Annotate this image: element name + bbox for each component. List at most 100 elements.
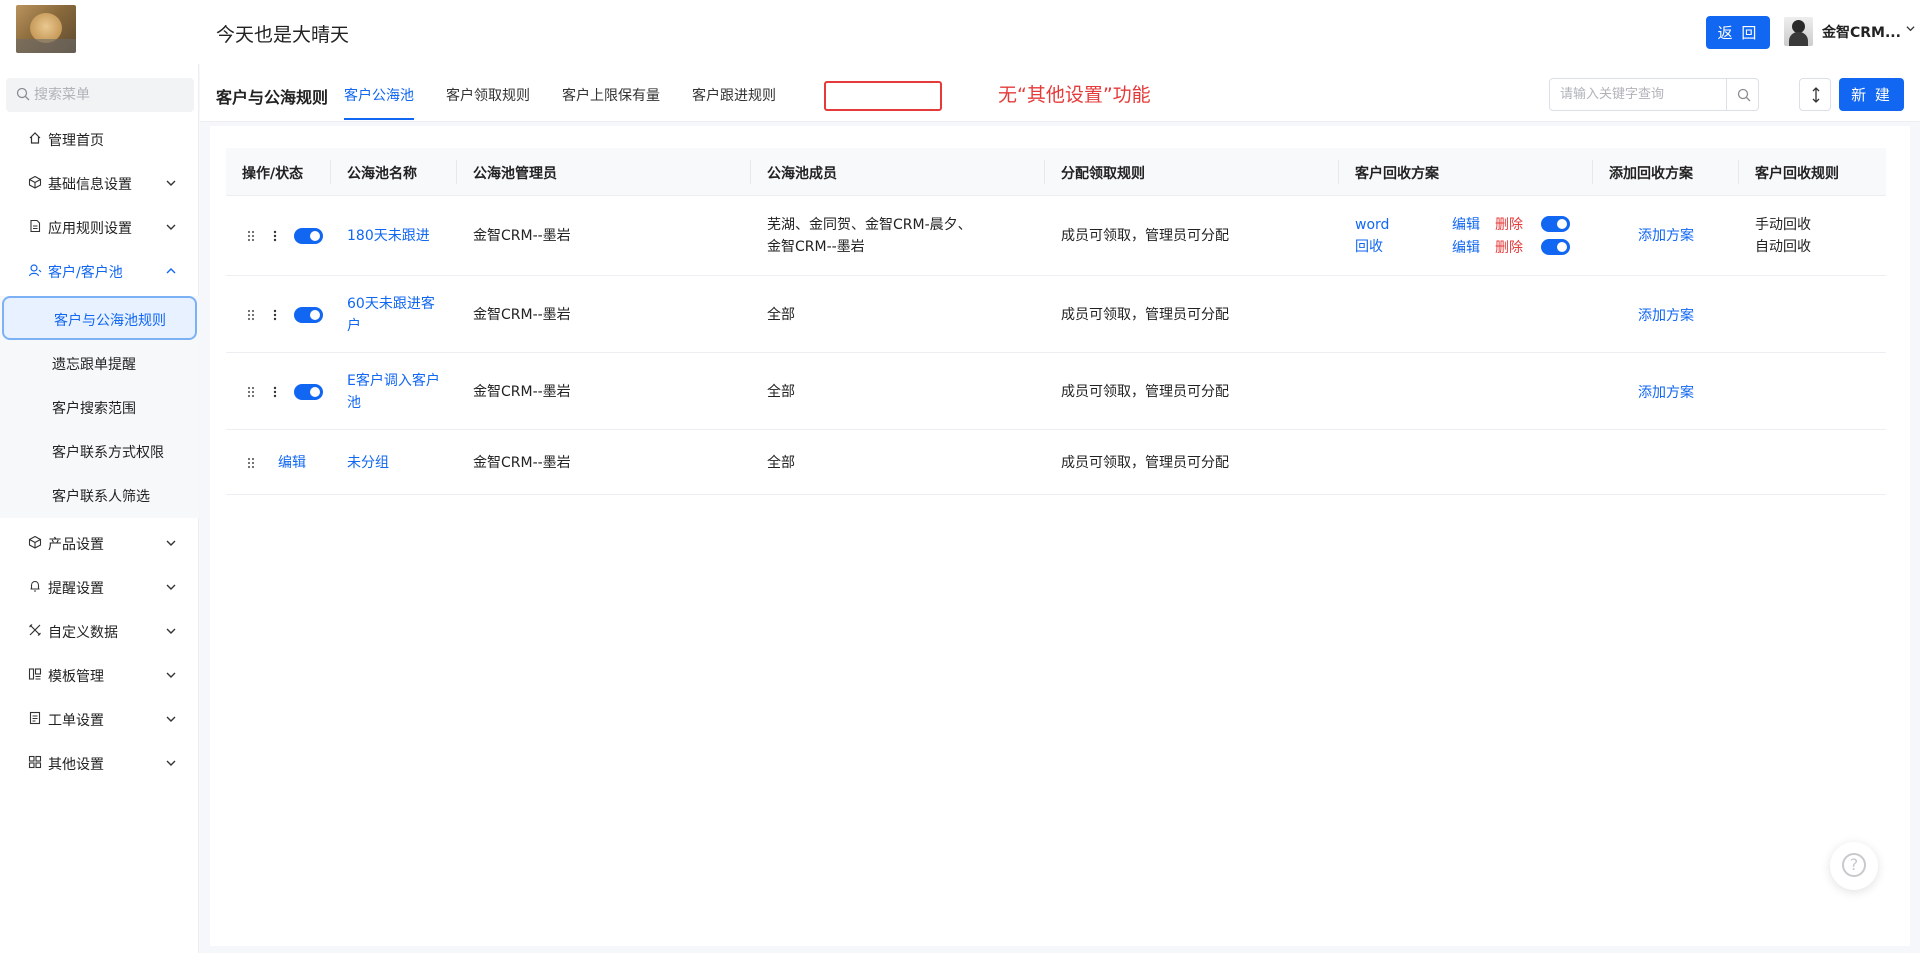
column-header: 公海池名称: [347, 166, 417, 182]
column-divider: [456, 160, 457, 184]
sidebar-subitem-contact-permission[interactable]: 客户联系方式权限: [0, 428, 199, 472]
keyword-search-input[interactable]: [1560, 79, 1720, 110]
back-button[interactable]: 返 回: [1706, 16, 1770, 49]
avatar[interactable]: [1784, 17, 1813, 46]
sidebar-item-tickets[interactable]: 工单设置: [0, 698, 199, 738]
tab-claim-rules[interactable]: 客户领取规则: [446, 85, 530, 105]
more-icon[interactable]: [272, 385, 278, 399]
sidebar-item-label: 其他设置: [48, 757, 104, 773]
search-icon: [16, 87, 30, 101]
chevron-down-icon[interactable]: [1906, 24, 1915, 33]
delete-plan-link[interactable]: 删除: [1495, 214, 1523, 236]
help-icon: ?: [1842, 853, 1866, 877]
edit-plan-link[interactable]: 编辑: [1452, 214, 1480, 236]
drag-handle-icon[interactable]: [246, 308, 256, 322]
column-divider: [1338, 160, 1339, 184]
sidebar-subitem-label: 客户与公海池规则: [54, 313, 166, 329]
edit-pool-link[interactable]: 编辑: [278, 452, 306, 474]
plan-toggle[interactable]: [1541, 239, 1570, 255]
chevron-down-icon: [166, 540, 176, 546]
pool-name-link[interactable]: E客户调入客户池: [347, 370, 443, 414]
pool-name-link[interactable]: 未分组: [347, 452, 389, 474]
status-toggle[interactable]: [294, 228, 323, 244]
column-header: 添加回收方案: [1609, 166, 1693, 182]
pool-name-link[interactable]: 60天未跟进客户: [347, 293, 439, 337]
more-icon[interactable]: [272, 308, 278, 322]
cube-icon: [28, 175, 42, 189]
user-name[interactable]: 金智CRM...: [1822, 22, 1901, 42]
menu-search-input[interactable]: [34, 78, 184, 112]
add-plan-link[interactable]: 添加方案: [1638, 225, 1694, 247]
edit-plan-link[interactable]: 编辑: [1452, 237, 1480, 259]
table-header: 操作/状态 公海池名称 公海池管理员 公海池成员 分配领取规则 客户回收方案 添…: [226, 148, 1886, 196]
search-button[interactable]: [1726, 79, 1759, 110]
plan-toggle[interactable]: [1541, 216, 1570, 232]
column-header: 公海池管理员: [473, 166, 557, 182]
sidebar-subitem-contact-filter[interactable]: 客户联系人筛选: [0, 472, 199, 516]
annotation-text: 无“其他设置”功能: [998, 84, 1151, 106]
tab-public-pool[interactable]: 客户公海池: [344, 85, 414, 105]
sidebar-item-other[interactable]: 其他设置: [0, 742, 199, 782]
content-panel: 操作/状态 公海池名称 公海池管理员 公海池成员 分配领取规则 客户回收方案 添…: [210, 126, 1910, 946]
claim-rule: 成员可领取，管理员可分配: [1061, 384, 1229, 400]
recycle-plan-link[interactable]: 回收: [1355, 236, 1383, 258]
tab-limit-quota[interactable]: 客户上限保有量: [562, 85, 660, 105]
sidebar-item-reminder[interactable]: 提醒设置: [0, 566, 199, 606]
sidebar-item-basic-info[interactable]: 基础信息设置: [0, 162, 199, 202]
claim-rule: 成员可领取，管理员可分配: [1061, 307, 1229, 323]
app-title: 今天也是大晴天: [216, 24, 350, 46]
sort-button[interactable]: [1799, 78, 1831, 111]
column-divider: [1592, 160, 1593, 184]
recycle-plan-link[interactable]: word: [1355, 214, 1389, 236]
column-divider: [330, 160, 331, 184]
status-toggle[interactable]: [294, 384, 323, 400]
sidebar-subitem-label: 客户搜索范围: [52, 401, 136, 417]
pool-name-link[interactable]: 180天未跟进: [347, 225, 430, 247]
tab-active-indicator: [344, 118, 414, 120]
delete-plan-link[interactable]: 删除: [1495, 237, 1523, 259]
more-icon[interactable]: [272, 229, 278, 243]
add-plan-link[interactable]: 添加方案: [1638, 382, 1694, 404]
chevron-down-icon: [166, 716, 176, 722]
sidebar-item-label: 自定义数据: [48, 625, 118, 641]
new-button[interactable]: 新 建: [1839, 78, 1904, 111]
table-row: 编辑 未分组 金智CRM--墨岩 全部 成员可领取，管理员可分配: [226, 430, 1886, 495]
tab-bar: 客户与公海规则 客户公海池 客户领取规则 客户上限保有量 客户跟进规则 无“其他…: [200, 64, 1920, 122]
pool-admin: 金智CRM--墨岩: [473, 384, 571, 400]
sidebar-subitem-label: 遗忘跟单提醒: [52, 357, 136, 373]
help-button[interactable]: ?: [1830, 842, 1878, 890]
column-divider: [750, 160, 751, 184]
sidebar-item-label: 客户/客户池: [48, 265, 123, 281]
status-toggle[interactable]: [294, 307, 323, 323]
sidebar-item-label: 基础信息设置: [48, 177, 132, 193]
sidebar-subitem-customer-pool-rules[interactable]: 客户与公海池规则: [2, 296, 197, 340]
table-row: 180天未跟进 金智CRM--墨岩 芜湖、金同贺、金智CRM-晨夕、金智CRM-…: [226, 196, 1886, 276]
home-icon: [29, 132, 41, 144]
tab-follow-rules[interactable]: 客户跟进规则: [692, 85, 776, 105]
chevron-down-icon: [166, 224, 176, 230]
keyword-search[interactable]: [1549, 78, 1759, 111]
sidebar-item-templates[interactable]: 模板管理: [0, 654, 199, 694]
chevron-up-icon: [166, 268, 176, 274]
sidebar-subitem-label: 客户联系人筛选: [52, 489, 150, 505]
sidebar-item-custom-data[interactable]: 自定义数据: [0, 610, 199, 650]
column-header: 操作/状态: [242, 166, 304, 182]
menu-search[interactable]: [6, 78, 194, 112]
sidebar-item-label: 应用规则设置: [48, 221, 132, 237]
sidebar-item-app-rules[interactable]: 应用规则设置: [0, 206, 199, 246]
drag-handle-icon[interactable]: [246, 229, 256, 243]
recycle-rule: 手动回收: [1755, 217, 1811, 233]
claim-rule: 成员可领取，管理员可分配: [1061, 228, 1229, 244]
sidebar-item-customer-pool[interactable]: 客户/客户池: [0, 250, 199, 290]
chevron-down-icon: [166, 180, 176, 186]
sidebar-item-label: 管理首页: [48, 133, 104, 149]
sidebar-item-product[interactable]: 产品设置: [0, 522, 199, 562]
sidebar-subitem-search-scope[interactable]: 客户搜索范围: [0, 384, 199, 428]
sidebar-subitem-forgotten-reminder[interactable]: 遗忘跟单提醒: [0, 340, 199, 384]
sidebar-item-home[interactable]: 管理首页: [0, 118, 199, 158]
grid-icon: [28, 755, 42, 769]
drag-handle-icon[interactable]: [246, 456, 256, 470]
drag-handle-icon[interactable]: [246, 385, 256, 399]
chevron-down-icon: [166, 628, 176, 634]
add-plan-link[interactable]: 添加方案: [1638, 305, 1694, 327]
